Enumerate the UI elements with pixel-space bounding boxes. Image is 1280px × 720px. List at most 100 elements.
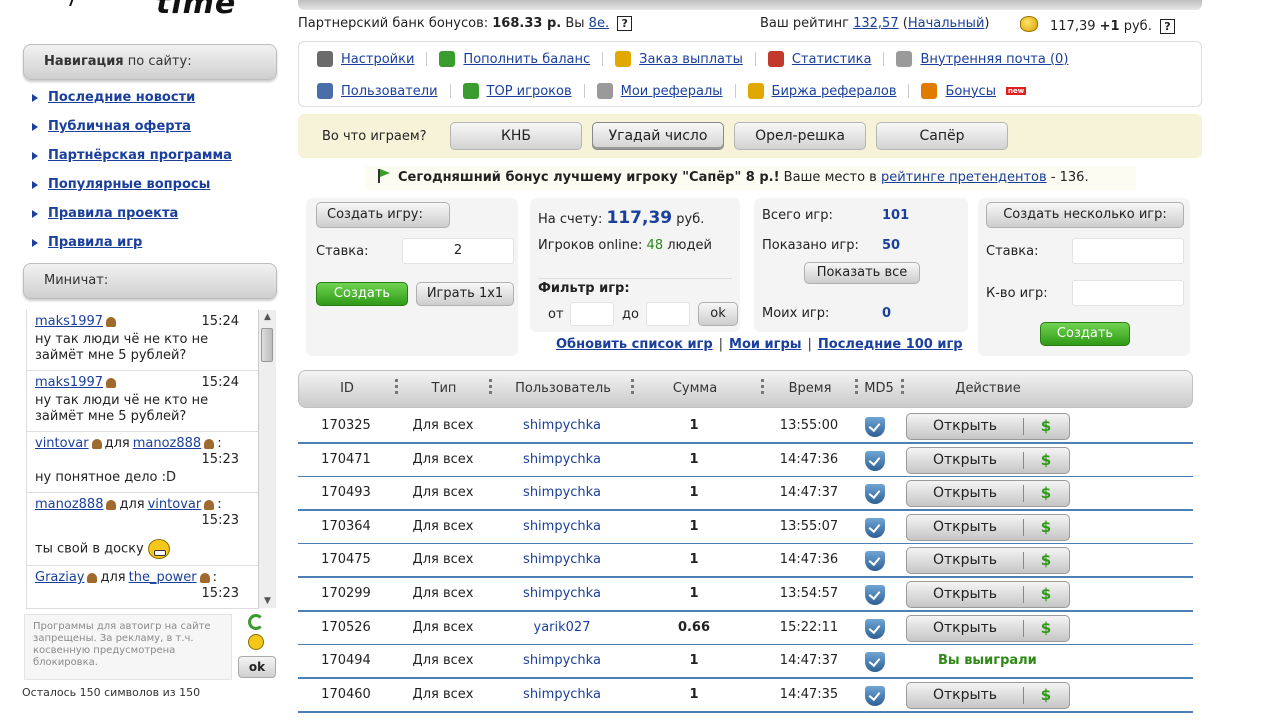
rating-level[interactable]: Начальный [908,16,985,31]
menu-link[interactable]: Статистика [792,52,872,67]
multi-count-input[interactable] [1072,280,1184,306]
balance-help-icon[interactable]: ? [1159,19,1175,34]
nav-item[interactable]: Правила проекта [30,204,280,233]
col-user[interactable]: Пользователь [493,371,633,407]
show-all-button[interactable]: Показать все [804,262,920,284]
create-game-button[interactable]: Создать [316,282,408,306]
chat-author-link[interactable]: manoz888 [35,497,103,513]
col-type[interactable]: Тип [399,371,489,407]
refresh-icon[interactable] [248,614,264,630]
menu-item[interactable]: TOP игроков [462,83,572,99]
open-game-button[interactable]: Открыть $ [906,513,1070,541]
menu-item[interactable]: Внутренняя почта (0) [896,51,1068,67]
chat-send-button[interactable]: ok [238,656,276,678]
menu-link[interactable]: Пользователи [341,84,438,99]
site-logo[interactable]: time [60,0,260,21]
chat-author-link[interactable]: maks1997 [35,375,103,391]
cell-user[interactable]: shimpychka [492,578,632,610]
menu-link[interactable]: TOP игроков [487,84,572,99]
nav-link[interactable]: Правила проекта [48,204,178,224]
multi-stake-input[interactable] [1072,238,1184,264]
nav-link[interactable]: Последние новости [48,88,195,108]
menu-item[interactable]: Биржа рефералов [747,83,897,99]
md5-shield-icon[interactable] [865,417,885,437]
nav-item[interactable]: Последние новости [30,88,280,117]
nav-link[interactable]: Публичная оферта [48,117,191,137]
nav-item[interactable]: Публичная оферта [30,117,280,146]
nav-link[interactable]: Партнёрская программа [48,146,232,166]
menu-item[interactable]: Пополнить баланс [439,51,590,67]
md5-shield-icon[interactable] [865,450,885,471]
cell-user[interactable]: shimpychka [492,645,632,677]
chat-author-link[interactable]: vintovar [35,436,89,452]
open-game-button[interactable]: Открыть $ [906,547,1070,575]
chat-scrollbar[interactable]: ▲ ▼ [258,310,276,608]
menu-item[interactable]: Бонусы new [921,83,1027,99]
col-sum[interactable]: Сумма [635,371,755,407]
refresh-list-link[interactable]: Обновить список игр [556,337,713,352]
open-game-button[interactable]: Открыть $ [906,581,1070,608]
help-icon[interactable]: ? [617,16,633,31]
menu-link[interactable]: Внутренняя почта (0) [920,52,1068,67]
col-md5[interactable]: MD5 [857,371,901,407]
open-game-button[interactable]: Открыть $ [906,681,1070,709]
scroll-thumb[interactable] [261,328,273,362]
game-btn-heads-tails[interactable]: Орел-решка [734,122,866,150]
chat-recipient-link[interactable]: vintovar [148,497,202,513]
menu-link[interactable]: Настройки [341,52,414,67]
smiley-icon[interactable] [248,634,264,650]
col-id[interactable]: ID [299,371,395,407]
md5-shield-icon[interactable] [865,652,885,673]
menu-link[interactable]: Биржа рефералов [772,84,897,99]
menu-item[interactable]: Мои рефералы [596,83,723,99]
cell-user[interactable]: shimpychka [492,410,632,442]
menu-link[interactable]: Пополнить баланс [463,52,590,67]
game-btn-sapper[interactable]: Сапёр [876,122,1008,150]
filter-to-input[interactable] [646,302,690,326]
you-link[interactable]: 8е. [589,16,609,31]
menu-item[interactable]: Пользователи [317,83,438,99]
contenders-rating-link[interactable]: рейтинге претендентов [881,170,1047,185]
nav-link[interactable]: Правила игр [48,233,142,253]
nav-item[interactable]: Партнёрская программа [30,146,280,175]
open-game-button[interactable]: Открыть $ [906,480,1070,508]
menu-link[interactable]: Мои рефералы [621,84,723,99]
play-1x1-button[interactable]: Играть 1x1 [416,282,514,306]
chat-author-link[interactable]: Graziay [35,570,84,586]
nav-item[interactable]: Популярные вопросы [30,175,280,204]
menu-link[interactable]: Заказ выплаты [639,52,743,67]
cell-user[interactable]: shimpychka [492,477,632,509]
cell-user[interactable]: shimpychka [492,511,632,543]
stake-input[interactable]: 2 [402,238,514,264]
multi-create-button[interactable]: Создать [1040,322,1130,346]
md5-shield-icon[interactable] [865,484,885,505]
menu-item[interactable]: Заказ выплаты [615,51,743,67]
md5-shield-icon[interactable] [865,517,885,538]
md5-shield-icon[interactable] [865,551,885,572]
md5-shield-icon[interactable] [865,618,885,639]
open-game-button[interactable]: Открыть $ [906,614,1070,642]
cell-user[interactable]: shimpychka [492,679,632,711]
minichat-messages[interactable]: maks1997 15:24 ну так люди чё не кто не за… [26,310,276,610]
chat-author-link[interactable]: maks1997 [35,314,103,330]
game-btn-guess-number[interactable]: Угадай число [592,122,724,150]
menu-item[interactable]: Настройки [317,51,414,67]
scroll-up-icon[interactable]: ▲ [259,310,276,324]
md5-shield-icon[interactable] [865,685,885,706]
last-100-games-link[interactable]: Последние 100 игр [818,337,963,352]
filter-from-input[interactable] [570,302,614,326]
game-btn-knb[interactable]: КНБ [450,122,582,150]
cell-user[interactable]: shimpychka [492,544,632,576]
open-game-button[interactable]: Открыть $ [906,446,1070,474]
cell-user[interactable]: shimpychka [492,444,632,476]
nav-item[interactable]: Правила игр [30,233,280,262]
my-games-link[interactable]: Мои игры [729,337,801,352]
col-time[interactable]: Время [765,371,855,407]
menu-item[interactable]: Статистика [767,51,872,67]
filter-ok-button[interactable]: ok [698,302,738,326]
open-game-button[interactable]: Открыть $ [906,413,1070,440]
md5-shield-icon[interactable] [865,585,885,605]
nav-link[interactable]: Популярные вопросы [48,175,210,195]
rating-value[interactable]: 132,57 [853,16,899,31]
menu-link[interactable]: Бонусы [945,84,995,99]
